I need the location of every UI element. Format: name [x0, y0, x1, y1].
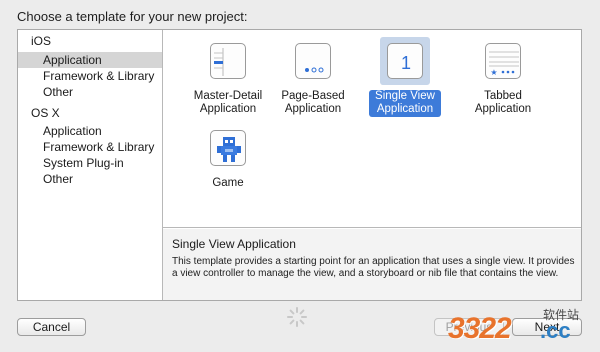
template-tabbed[interactable]: ★ Tabbed Application	[459, 33, 547, 127]
site-watermark: 软件站 3322 .cc	[448, 306, 598, 346]
platform-sidebar: iOS Application Framework & Library Othe…	[18, 30, 163, 300]
sidebar-item-osx-framework-library[interactable]: Framework & Library	[18, 139, 162, 155]
template-label: Master-Detail Application	[193, 90, 263, 115]
single-view-icon: 1	[387, 43, 423, 79]
sidebar-item-ios-application[interactable]: Application	[18, 52, 162, 68]
sidebar-item-osx-system-plugin[interactable]: System Plug-in	[18, 155, 162, 171]
watermark-number: 3322	[448, 312, 512, 345]
description-title: Single View Application	[172, 237, 296, 251]
template-label: Single View Application	[369, 90, 441, 117]
sidebar-category-osx[interactable]: OS X	[18, 105, 162, 121]
tabbed-icon: ★	[485, 43, 521, 79]
game-robot-icon	[210, 130, 246, 166]
cancel-button[interactable]: Cancel	[17, 318, 86, 336]
dialog-title: Choose a template for your new project:	[17, 9, 248, 24]
page-based-icon	[295, 43, 331, 79]
template-content: Master-Detail Application Page-Based App…	[163, 30, 581, 300]
sidebar-item-ios-framework-library[interactable]: Framework & Library	[18, 68, 162, 84]
single-view-badge: 1	[401, 53, 411, 73]
sidebar-item-ios-other[interactable]: Other	[18, 84, 162, 100]
template-label: Game	[212, 177, 244, 189]
svg-text:★: ★	[490, 68, 497, 77]
template-chooser-panel: iOS Application Framework & Library Othe…	[17, 29, 582, 301]
template-description: Single View Application This template pr…	[163, 229, 581, 300]
sidebar-item-osx-other[interactable]: Other	[18, 171, 162, 187]
watermark-domain: .cc	[540, 318, 571, 343]
progress-spinner-icon	[287, 307, 307, 327]
template-master-detail[interactable]: Master-Detail Application	[184, 33, 272, 127]
template-page-based[interactable]: Page-Based Application	[269, 33, 357, 127]
template-game[interactable]: Game	[184, 120, 272, 214]
sidebar-item-osx-application[interactable]: Application	[18, 123, 162, 139]
template-single-view[interactable]: 1 Single View Application	[361, 33, 449, 127]
sidebar-category-ios[interactable]: iOS	[18, 33, 162, 49]
template-label: Page-Based Application	[281, 90, 345, 115]
description-text: This template provides a starting point …	[172, 256, 575, 279]
template-label: Tabbed Application	[474, 90, 532, 115]
template-grid: Master-Detail Application Page-Based App…	[163, 30, 581, 228]
master-detail-icon	[210, 43, 246, 79]
